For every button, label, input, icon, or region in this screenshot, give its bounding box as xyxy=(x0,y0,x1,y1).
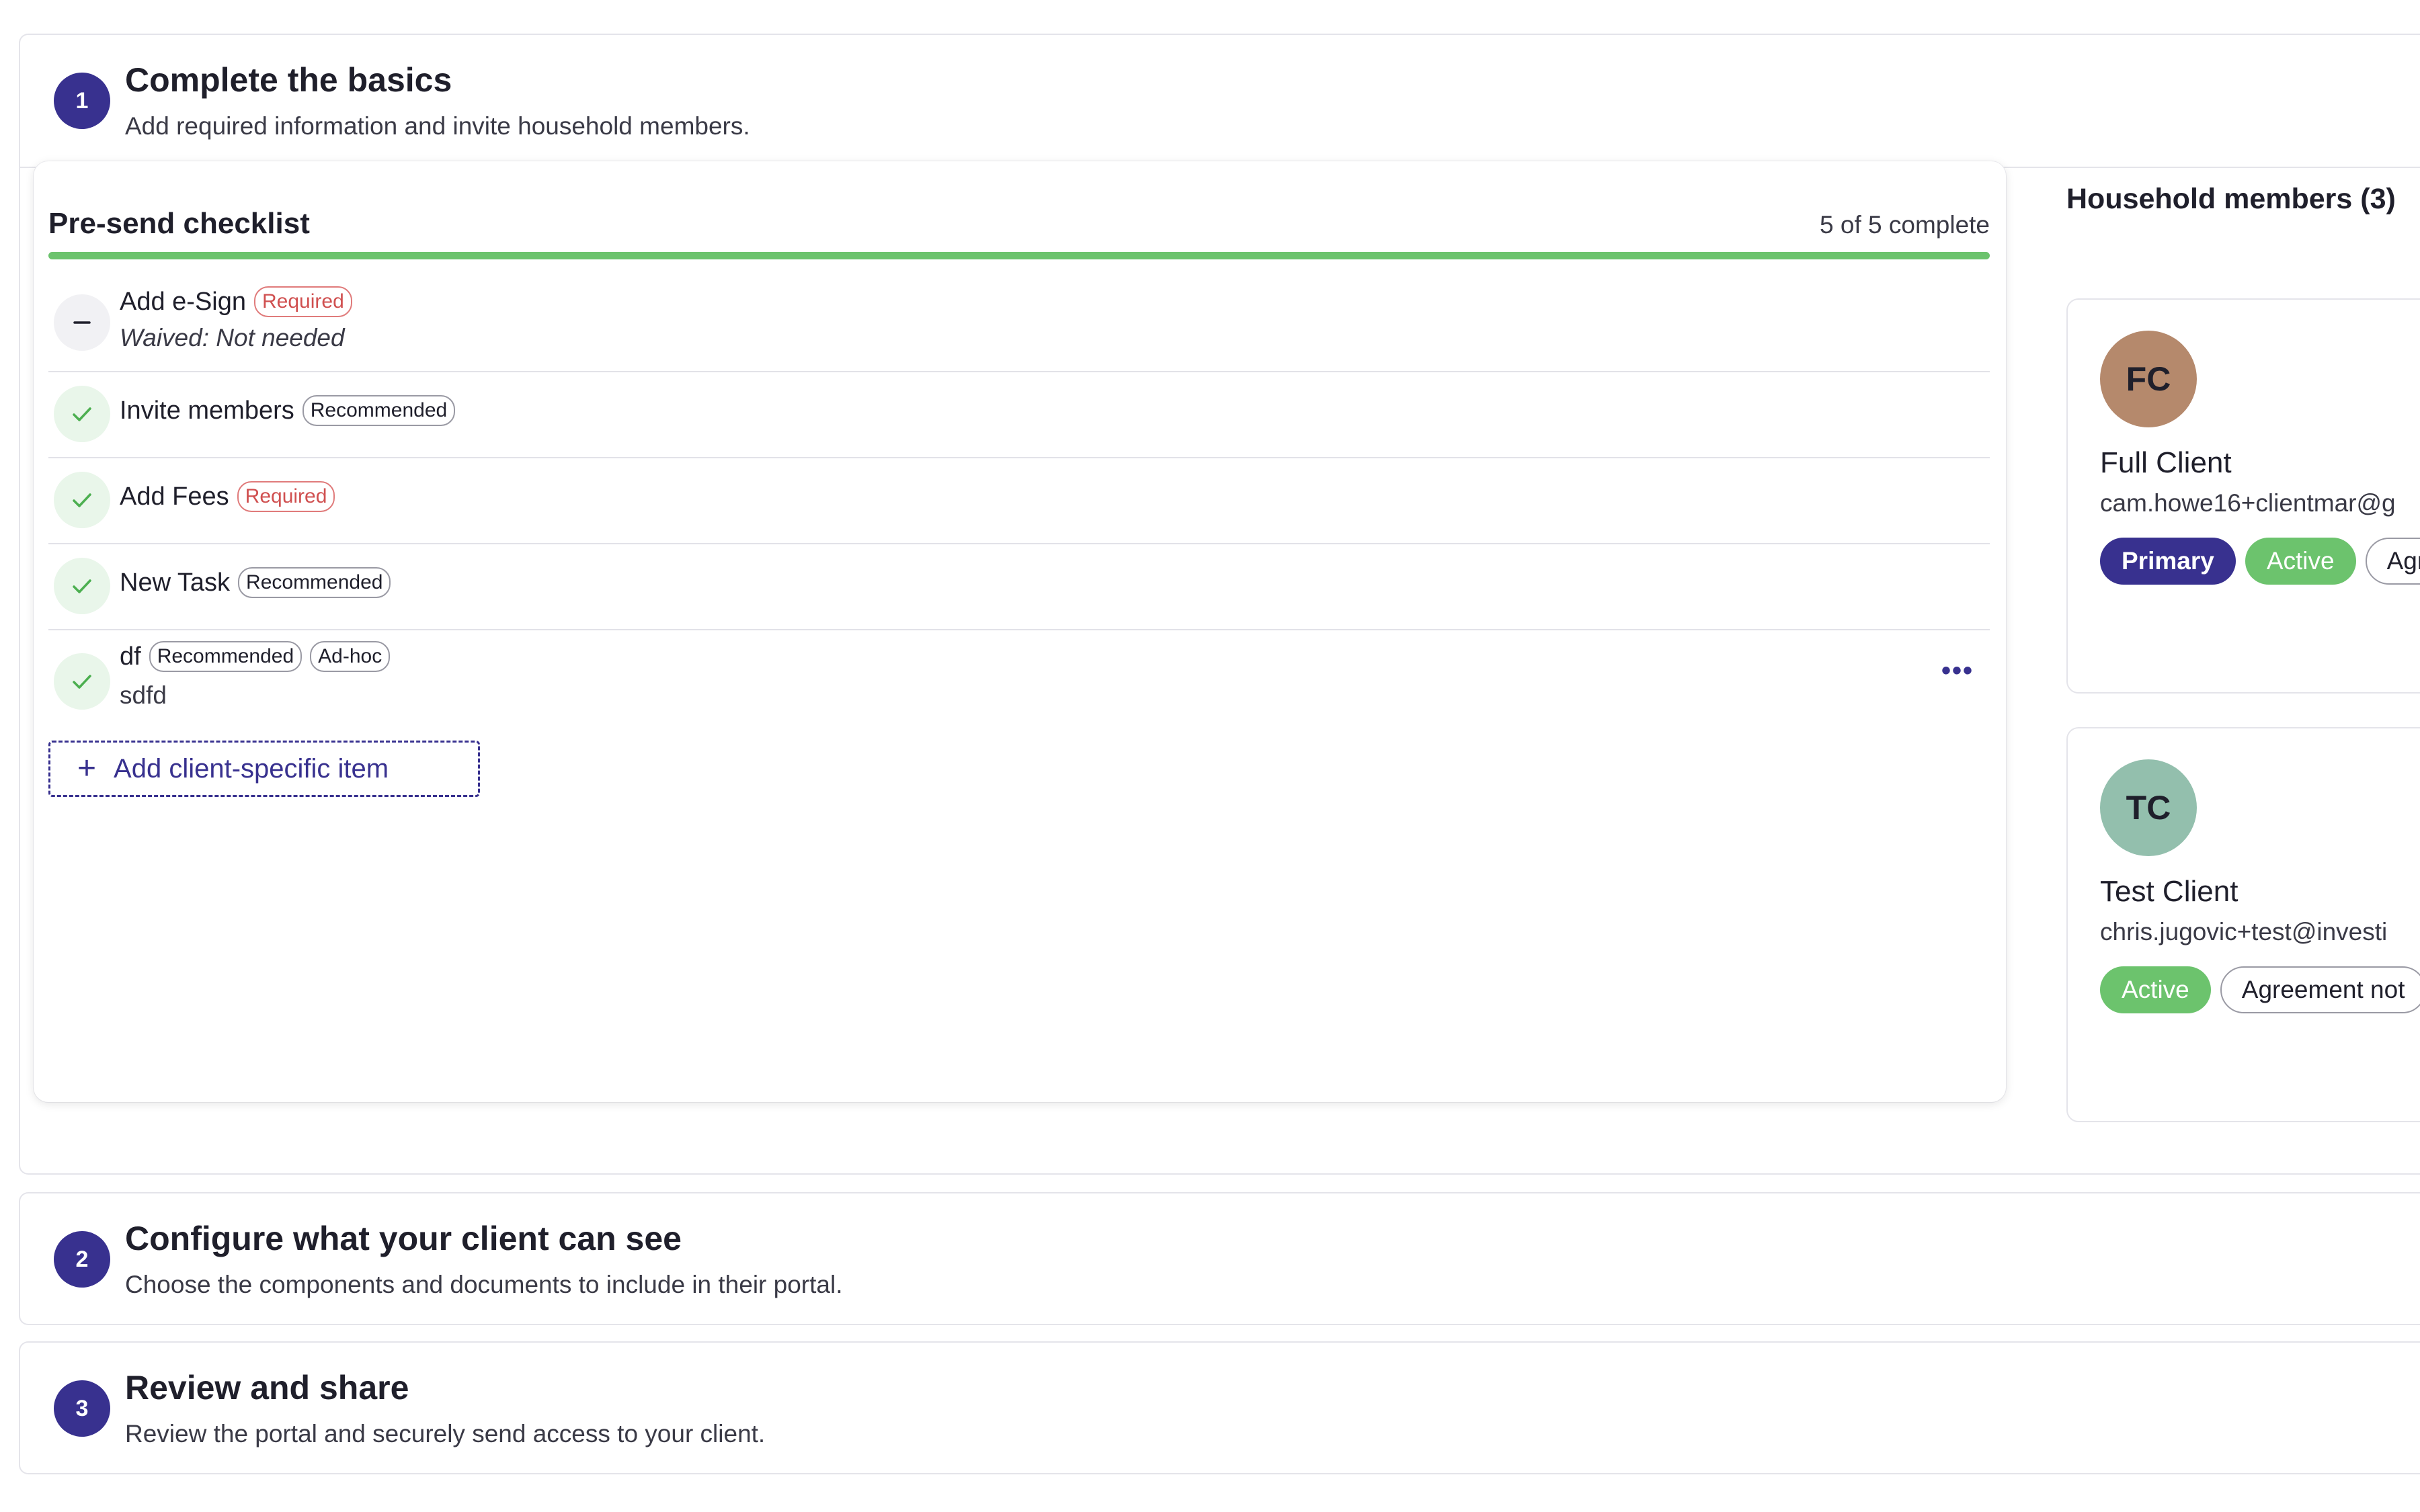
checklist-item-label-row: Invite members Recommended xyxy=(120,395,463,426)
agreement-badge: Agr xyxy=(2365,538,2420,585)
checklist-item-waived-note: Waived: Not needed xyxy=(120,324,345,351)
step-header[interactable]: 1 Complete the basics Add required infor… xyxy=(20,35,2420,168)
checklist-item-label: Invite members xyxy=(120,396,294,425)
checklist-item-label-row: Add e-Sign Required xyxy=(120,286,360,317)
household-members-title: Household members (3) xyxy=(2066,183,2396,215)
agreement-badge: Agreement not xyxy=(2220,966,2420,1013)
check-icon xyxy=(54,472,110,528)
pre-send-checklist-card: Pre-send checklist 5 of 5 complete Add e… xyxy=(34,161,2006,1102)
minus-icon xyxy=(54,294,110,351)
required-badge: Required xyxy=(237,481,335,512)
checklist-item-new-task[interactable]: New Task Recommended xyxy=(48,543,1990,630)
recommended-badge: Recommended xyxy=(238,567,391,598)
check-icon xyxy=(54,653,110,710)
checklist-item-add-fees[interactable]: Add Fees Required xyxy=(48,457,1990,544)
member-status-chips: Primary Active Agr xyxy=(2100,538,2420,585)
step-configure-visibility[interactable]: 2 Configure what your client can see Cho… xyxy=(19,1192,2420,1325)
checklist-progress-bar xyxy=(48,252,1990,259)
active-badge: Active xyxy=(2245,538,2356,585)
checklist-item-df[interactable]: df Recommended Ad-hoc sdfd ••• xyxy=(48,629,1990,724)
step-review-share[interactable]: 3 Review and share Review the portal and… xyxy=(19,1341,2420,1474)
recommended-badge: Recommended xyxy=(302,395,456,426)
member-card[interactable]: TC Test Client chris.jugovic+test@invest… xyxy=(2066,727,2420,1122)
checklist-item-add-esign[interactable]: Add e-Sign Required Waived: Not needed xyxy=(48,277,1990,372)
checklist-item-label: df xyxy=(120,642,141,671)
active-badge: Active xyxy=(2100,966,2211,1013)
member-email: chris.jugovic+test@investi xyxy=(2100,918,2388,946)
add-item-label: Add client-specific item xyxy=(114,753,389,784)
checklist-progress-fill xyxy=(48,252,1990,259)
more-options-icon[interactable]: ••• xyxy=(1941,656,1974,686)
plus-icon: + xyxy=(77,751,97,786)
recommended-badge: Recommended xyxy=(149,641,302,672)
check-icon xyxy=(54,386,110,442)
checklist-status: 5 of 5 complete xyxy=(1820,211,1990,239)
step-number: 1 xyxy=(54,73,110,129)
checklist-title: Pre-send checklist xyxy=(48,207,310,240)
member-status-chips: Active Agreement not xyxy=(2100,966,2420,1013)
checklist-item-label: Add e-Sign xyxy=(120,287,247,316)
step-number: 3 xyxy=(54,1380,110,1437)
ad-hoc-badge: Ad-hoc xyxy=(310,641,391,672)
member-card[interactable]: FC Full Client cam.howe16+clientmar@g Pr… xyxy=(2066,298,2420,694)
step-title: Configure what your client can see xyxy=(125,1220,682,1257)
checklist-item-label-row: Add Fees Required xyxy=(120,481,343,512)
checklist-item-description: sdfd xyxy=(120,681,167,709)
step-header[interactable]: 2 Configure what your client can see Cho… xyxy=(20,1193,2420,1325)
step-title: Complete the basics xyxy=(125,61,452,99)
member-email: cam.howe16+clientmar@g xyxy=(2100,489,2396,517)
step-number: 2 xyxy=(54,1231,110,1288)
checklist-item-label-row: New Task Recommended xyxy=(120,567,399,598)
check-icon xyxy=(54,558,110,614)
step-subtitle: Review the portal and securely send acce… xyxy=(125,1420,766,1447)
checklist-item-label: New Task xyxy=(120,568,231,597)
step-subtitle: Add required information and invite hous… xyxy=(125,112,750,140)
step-header[interactable]: 3 Review and share Review the portal and… xyxy=(20,1343,2420,1474)
member-name: Full Client xyxy=(2100,446,2232,479)
checklist-item-invite-members[interactable]: Invite members Recommended xyxy=(48,371,1990,458)
checklist-item-label-row: df Recommended Ad-hoc xyxy=(120,641,398,672)
checklist-item-label: Add Fees xyxy=(120,482,229,511)
primary-badge: Primary xyxy=(2100,538,2236,585)
add-client-specific-item-button[interactable]: + Add client-specific item xyxy=(48,741,480,797)
required-badge: Required xyxy=(254,286,352,317)
member-name: Test Client xyxy=(2100,875,2238,908)
step-title: Review and share xyxy=(125,1369,409,1406)
avatar: TC xyxy=(2100,759,2197,856)
avatar: FC xyxy=(2100,331,2197,427)
step-subtitle: Choose the components and documents to i… xyxy=(125,1271,843,1298)
